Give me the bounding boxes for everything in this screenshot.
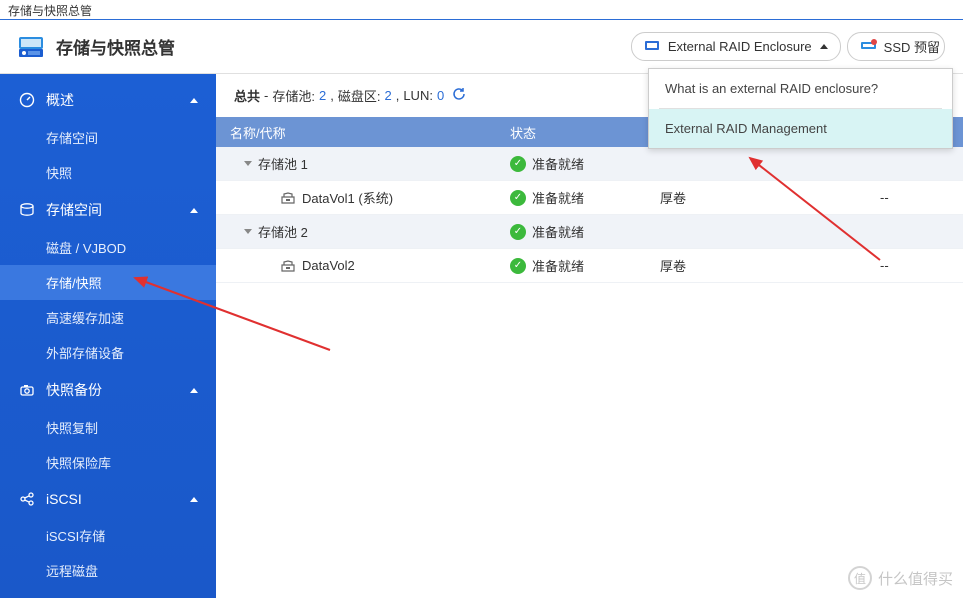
sidebar-group-label: 概述 [46,90,74,110]
volume-icon [280,259,296,273]
sidebar-header-overview[interactable]: 概述 [0,80,216,120]
sidebar-group-storage: 存储空间 磁盘 / VJBOD 存储/快照 高速缓存加速 外部存储设备 [0,190,216,370]
disk-stack-icon [18,201,36,219]
dropdown-item-what-is[interactable]: What is an external RAID enclosure? [649,69,952,108]
sidebar-item-disks-vjbod[interactable]: 磁盘 / VJBOD [0,230,216,265]
status-text: 准备就绪 [532,222,584,241]
status-text: 准备就绪 [532,256,584,275]
window-title-bar: 存储与快照总管 [0,0,963,20]
col-header-status[interactable]: 状态 [496,123,646,142]
chevron-up-icon [190,497,198,502]
header-left: 存储与快照总管 [18,34,175,59]
external-raid-label: External RAID Enclosure [668,39,812,54]
main: 总共 - 存储池: 2, 磁盘区: 2, LUN: 0 名称/代称 状态 [216,74,963,598]
table-row-volume[interactable]: DataVol1 (系统) ✓ 准备就绪 厚卷 -- [216,181,963,215]
raid-chip-icon [644,38,662,55]
status-text: 准备就绪 [532,188,584,207]
volume-extra: -- [866,190,963,205]
storage-app-icon [18,35,46,59]
volume-icon [280,191,296,205]
summary-lun-label: LUN: [403,88,433,103]
sidebar-group-label: iSCSI [46,491,82,507]
pool-name: 存储池 2 [258,222,308,241]
chevron-up-icon [190,98,198,103]
status-ok-icon: ✓ [510,258,526,274]
sidebar-item-storage-snapshot[interactable]: 存储/快照 [0,265,216,300]
sidebar-group-label: 快照备份 [46,380,102,400]
sidebar-group-overview: 概述 存储空间 快照 [0,80,216,190]
sidebar-header-snapshot-backup[interactable]: 快照备份 [0,370,216,410]
sidebar-group-iscsi: iSCSI iSCSI存储 远程磁盘 LUN 导入/导出 [0,480,216,598]
table-body: 存储池 1 ✓ 准备就绪 DataVol1 (系统) ✓ [216,147,963,283]
refresh-icon[interactable] [452,87,466,104]
ssd-icon [860,38,878,55]
chevron-down-icon[interactable] [244,161,252,166]
gauge-icon [18,91,36,109]
volume-type: 厚卷 [646,188,866,207]
app-title: 存储与快照总管 [56,34,175,59]
sidebar-item-external-storage[interactable]: 外部存储设备 [0,335,216,370]
header: 存储与快照总管 External RAID Enclosure SSD 预留 [0,20,963,74]
header-right: External RAID Enclosure SSD 预留 [631,32,945,61]
summary-pool-label: 存储池: [272,86,315,105]
chevron-up-icon [190,388,198,393]
dropdown-item-raid-mgmt[interactable]: External RAID Management [649,109,952,148]
share-icon [18,490,36,508]
summary-pool-count: 2 [319,88,326,103]
summary-disk-count: 2 [384,88,391,103]
ssd-button[interactable]: SSD 预留 [847,32,945,61]
external-raid-button[interactable]: External RAID Enclosure [631,32,841,61]
chevron-up-icon [820,44,828,49]
sidebar-item-snapshot-vault[interactable]: 快照保险库 [0,445,216,480]
pool-name: 存储池 1 [258,154,308,173]
table-row-volume[interactable]: DataVol2 ✓ 准备就绪 厚卷 -- [216,249,963,283]
status-ok-icon: ✓ [510,224,526,240]
summary-lun-count: 0 [437,88,444,103]
sidebar: 概述 存储空间 快照 存储空间 磁盘 / VJBOD 存储/快照 高速缓存加速 … [0,74,216,598]
body: 概述 存储空间 快照 存储空间 磁盘 / VJBOD 存储/快照 高速缓存加速 … [0,74,963,598]
table-row-pool[interactable]: 存储池 1 ✓ 准备就绪 [216,147,963,181]
col-header-name[interactable]: 名称/代称 [216,123,496,142]
window-title: 存储与快照总管 [8,4,92,18]
chevron-up-icon [190,208,198,213]
sidebar-item-lun-import-export[interactable]: LUN 导入/导出 [0,588,216,598]
watermark: 值 什么值得买 [848,566,953,590]
volume-name: DataVol1 (系统) [302,188,393,207]
chevron-down-icon[interactable] [244,229,252,234]
sidebar-item-snapshot[interactable]: 快照 [0,155,216,190]
external-raid-dropdown: What is an external RAID enclosure? Exte… [648,68,953,149]
ssd-label: SSD 预留 [884,37,940,56]
camera-icon [18,381,36,399]
sidebar-group-snapshot-backup: 快照备份 快照复制 快照保险库 [0,370,216,480]
summary-total: 总共 [234,86,260,105]
table-row-pool[interactable]: 存储池 2 ✓ 准备就绪 [216,215,963,249]
volume-type: 厚卷 [646,256,866,275]
sidebar-item-storage-space[interactable]: 存储空间 [0,120,216,155]
watermark-badge: 值 [848,566,872,590]
volume-name: DataVol2 [302,258,355,273]
sidebar-header-iscsi[interactable]: iSCSI [0,480,216,518]
sidebar-item-snapshot-replica[interactable]: 快照复制 [0,410,216,445]
sidebar-item-remote-disk[interactable]: 远程磁盘 [0,553,216,588]
sidebar-item-cache-accel[interactable]: 高速缓存加速 [0,300,216,335]
status-text: 准备就绪 [532,154,584,173]
sidebar-item-iscsi-storage[interactable]: iSCSI存储 [0,518,216,553]
summary-disk-label: 磁盘区: [338,86,381,105]
volume-extra: -- [866,258,963,273]
status-ok-icon: ✓ [510,190,526,206]
status-ok-icon: ✓ [510,156,526,172]
watermark-text: 什么值得买 [878,568,953,589]
sidebar-header-storage[interactable]: 存储空间 [0,190,216,230]
sidebar-group-label: 存储空间 [46,200,102,220]
